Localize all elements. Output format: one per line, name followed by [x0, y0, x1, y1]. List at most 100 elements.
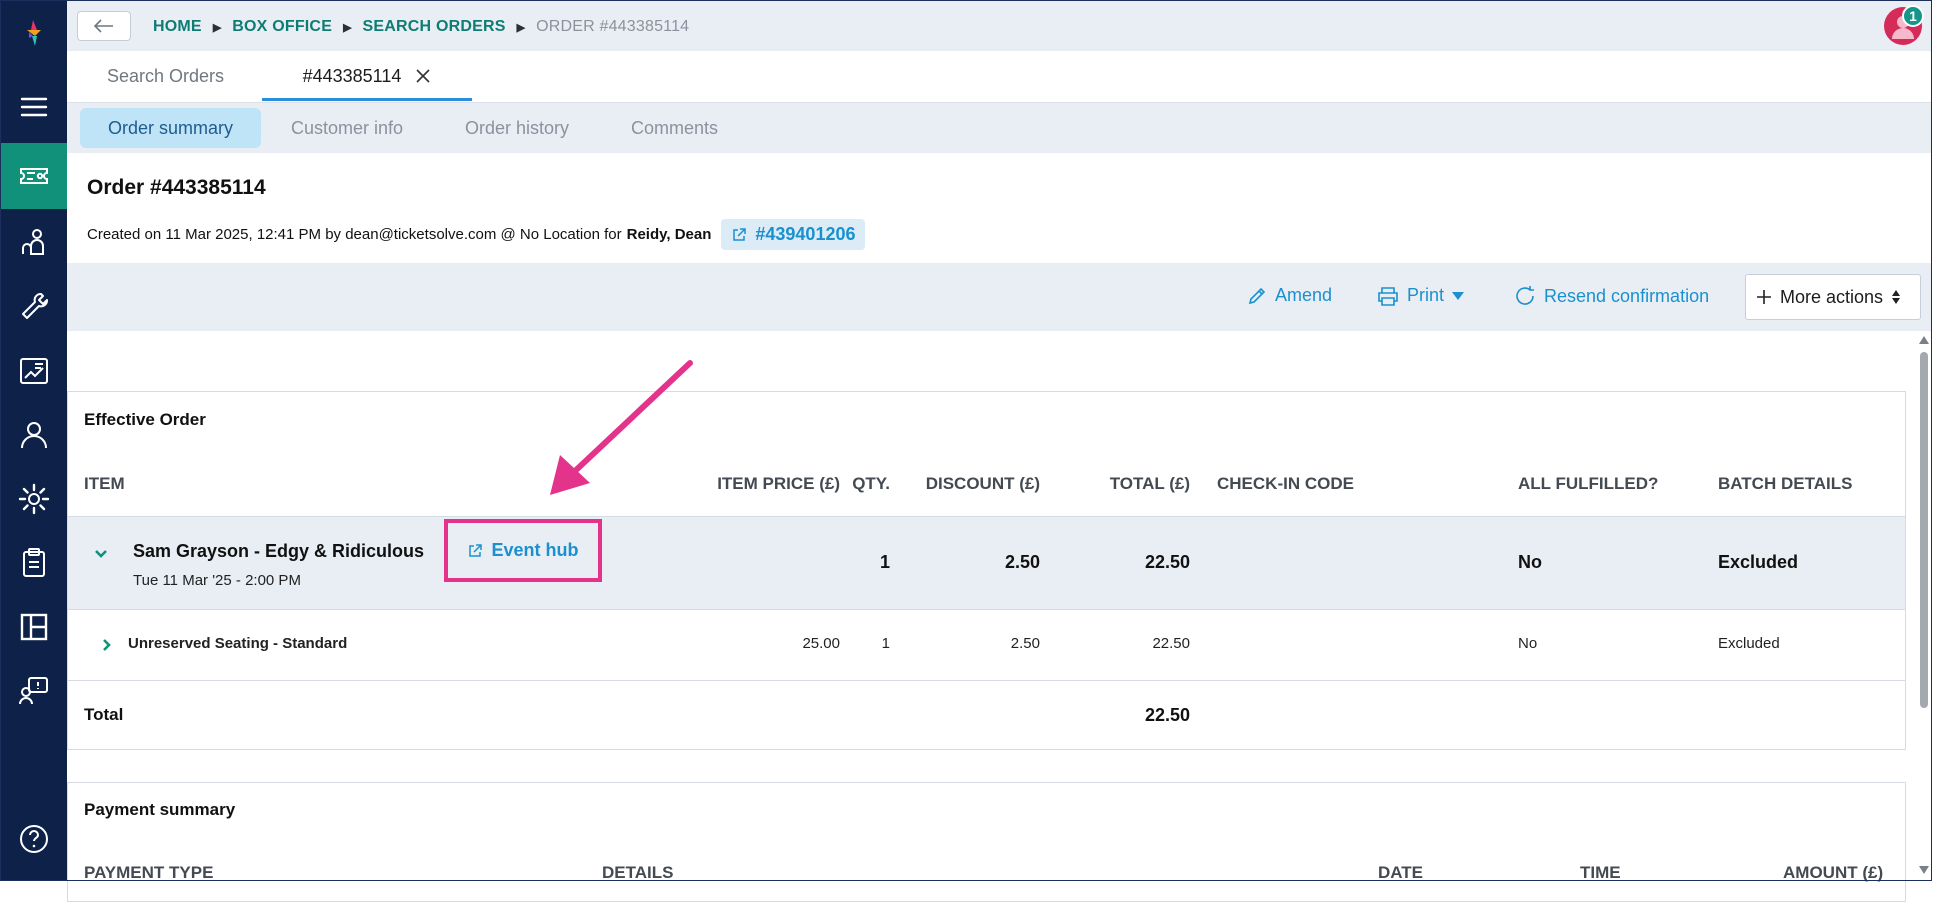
breadcrumb-home[interactable]: HOME	[153, 18, 202, 36]
action-bar: Amend Print Resend confirmation More act…	[67, 263, 1932, 331]
people-icon[interactable]	[1, 215, 67, 271]
avatar[interactable]: 1	[1884, 5, 1924, 45]
event-qty: 1	[879, 552, 890, 572]
event-discount: 2.50	[1004, 552, 1040, 572]
print-button[interactable]: Print	[1377, 285, 1465, 306]
column-header: PAYMENT TYPE	[84, 863, 214, 882]
column-header: TIME	[1580, 863, 1621, 882]
event-hub-label: Event hub	[491, 540, 579, 560]
sub-tabs: Order summary Customer info Order histor…	[67, 103, 1932, 153]
sidebar	[1, 1, 67, 881]
support-icon[interactable]	[1, 663, 67, 719]
pencil-icon	[1248, 287, 1266, 304]
help-icon[interactable]	[1, 811, 67, 867]
reports-icon[interactable]	[1, 343, 67, 399]
plus-icon	[1757, 290, 1771, 304]
event-date: Tue 11 Mar '25 - 2:00 PM	[133, 572, 301, 589]
created-text: Created on 11 Mar 2025, 12:41 PM by dean…	[87, 226, 622, 243]
event-total: 22.50	[1144, 552, 1190, 572]
back-button[interactable]	[77, 11, 131, 41]
top-bar: HOME ▶ BOX OFFICE ▶ SEARCH ORDERS ▶ ORDE…	[67, 1, 1932, 51]
column-header: DATE	[1378, 863, 1424, 882]
column-header: DISCOUNT (£)	[925, 474, 1040, 493]
resend-confirmation-button[interactable]: Resend confirmation	[1514, 285, 1709, 307]
column-header: ITEM PRICE (£)	[717, 474, 840, 493]
breadcrumb-box-office[interactable]: BOX OFFICE	[232, 18, 332, 36]
tab-comments[interactable]: Comments	[631, 108, 718, 148]
section-title: Payment summary	[84, 800, 236, 819]
annotation-arrow	[550, 360, 693, 495]
line-item-batch: Excluded	[1718, 635, 1780, 652]
breadcrumb-current: ORDER #443385114	[536, 18, 690, 35]
amend-label: Amend	[1275, 285, 1333, 305]
line-item-fulfilled: No	[1518, 635, 1538, 652]
total-label: Total	[84, 705, 124, 724]
refresh-icon	[1516, 286, 1534, 305]
column-header: DETAILS	[602, 863, 674, 882]
printer-icon	[1378, 286, 1398, 306]
tab-customer-info[interactable]: Customer info	[291, 108, 403, 148]
column-header: BATCH DETAILS	[1718, 474, 1853, 493]
menu-icon[interactable]	[1, 79, 67, 135]
chevron-down-icon[interactable]	[94, 549, 108, 559]
scrollbar[interactable]	[1918, 336, 1930, 874]
column-header: AMOUNT (£)	[1783, 863, 1884, 882]
tab-search-orders[interactable]: Search Orders	[107, 51, 224, 101]
effective-order-card: Effective Order ITEM ITEM PRICE (£) QTY.…	[67, 391, 1906, 750]
box-office-icon[interactable]	[1, 143, 67, 209]
table-row: Sam Grayson - Edgy & Ridiculous Tue 11 M…	[68, 516, 1905, 610]
scroll-up-icon[interactable]	[1919, 336, 1929, 344]
tab-label: Search Orders	[107, 65, 225, 86]
caret-down-icon	[1452, 291, 1465, 300]
section-title: Effective Order	[84, 410, 206, 429]
layout-icon[interactable]	[1, 599, 67, 655]
logo-icon-svg	[27, 20, 41, 46]
column-header: TOTAL (£)	[1109, 474, 1190, 493]
settings-icon[interactable]	[1, 471, 67, 527]
breadcrumb-search-orders[interactable]: SEARCH ORDERS	[363, 18, 506, 36]
column-header: ALL FULFILLED?	[1518, 474, 1659, 493]
line-item-total: 22.50	[1152, 635, 1190, 652]
chevron-right-icon[interactable]	[102, 638, 112, 652]
wrench-icon[interactable]	[1, 279, 67, 335]
scroll-down-icon[interactable]	[1919, 866, 1929, 874]
column-header: QTY.	[852, 474, 890, 493]
more-actions-button[interactable]: More actions	[1745, 274, 1921, 320]
close-icon[interactable]	[415, 68, 431, 84]
tab-order-history[interactable]: Order history	[465, 108, 569, 148]
external-link-icon	[733, 227, 747, 241]
breadcrumb: HOME ▶ BOX OFFICE ▶ SEARCH ORDERS ▶ ORDE…	[153, 18, 689, 36]
chevron-right-icon: ▶	[212, 21, 222, 34]
scroll-thumb[interactable]	[1920, 352, 1928, 708]
more-actions-label: More actions	[1780, 286, 1884, 307]
payment-summary-card: Payment summary PAYMENT TYPE DETAILS DAT…	[67, 782, 1906, 902]
page-title: Order #443385114	[87, 176, 266, 199]
table-row: Unreserved Seating - Standard 25.00 1 2.…	[68, 608, 1905, 681]
logo-icon[interactable]	[1, 5, 67, 61]
line-item-discount: 2.50	[1010, 635, 1040, 652]
event-batch: Excluded	[1718, 552, 1799, 572]
resend-label: Resend confirmation	[1544, 285, 1710, 306]
event-hub-link[interactable]: Event hub	[444, 519, 602, 582]
tab-label: #443385114	[302, 65, 402, 86]
external-link-icon	[469, 543, 483, 557]
total-value: 22.50	[1144, 705, 1190, 725]
arrow-left-icon	[94, 19, 113, 33]
tab-order-summary[interactable]: Order summary	[80, 108, 261, 148]
event-fulfilled: No	[1518, 552, 1542, 572]
clipboard-icon[interactable]	[1, 535, 67, 591]
customer-ref-link[interactable]: #439401206	[721, 219, 866, 250]
print-label: Print	[1407, 285, 1445, 305]
user-icon[interactable]	[1, 407, 67, 463]
tab-order[interactable]: #443385114	[262, 51, 472, 101]
line-item-qty: 1	[881, 635, 890, 652]
notification-badge: 1	[1902, 5, 1924, 27]
line-item-name: Unreserved Seating - Standard	[128, 635, 348, 652]
customer-ref-label: #439401206	[755, 224, 856, 244]
amend-button[interactable]: Amend	[1247, 285, 1332, 306]
event-name: Sam Grayson - Edgy & Ridiculous	[133, 541, 425, 561]
sort-icon	[1892, 290, 1901, 304]
customer-name: Reidy, Dean	[626, 226, 712, 243]
column-header: CHECK-IN CODE	[1217, 474, 1354, 493]
order-meta: Created on 11 Mar 2025, 12:41 PM by dean…	[87, 219, 866, 250]
